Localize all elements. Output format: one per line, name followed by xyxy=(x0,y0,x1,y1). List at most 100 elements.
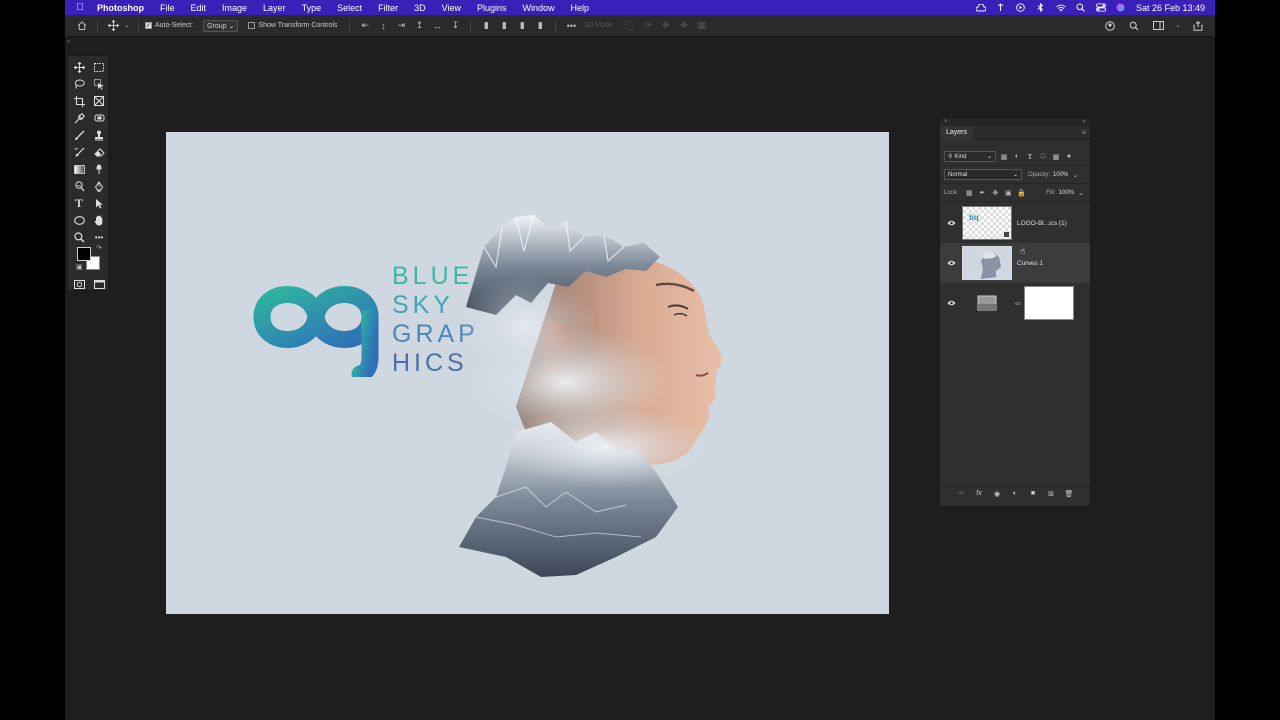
foreground-color-swatch[interactable] xyxy=(77,247,91,261)
move-tool-icon[interactable] xyxy=(72,60,86,74)
menu-image[interactable]: Image xyxy=(214,3,255,13)
more-options-icon[interactable]: ••• xyxy=(564,19,578,33)
zoom-tool-icon[interactable] xyxy=(72,230,86,244)
lock-position-icon[interactable]: ✥ xyxy=(990,188,1000,198)
brush-tool-icon[interactable] xyxy=(72,128,86,142)
fx-icon[interactable]: fx xyxy=(974,489,984,499)
eye-icon[interactable] xyxy=(946,300,956,306)
crop-tool-icon[interactable] xyxy=(72,94,86,108)
menu-plugins[interactable]: Plugins xyxy=(469,3,515,13)
pen-tool-icon[interactable] xyxy=(92,179,106,193)
menu-3d[interactable]: 3D xyxy=(406,3,434,13)
layer-row[interactable]: Curves 1 xyxy=(940,243,1090,283)
apple-icon[interactable]:  xyxy=(65,2,95,13)
menu-filter[interactable]: Filter xyxy=(370,3,406,13)
auto-select-checkbox[interactable]: ✓ xyxy=(145,22,152,29)
play-icon[interactable] xyxy=(1016,3,1026,12)
show-transform-checkbox[interactable] xyxy=(248,22,256,29)
link-layers-icon[interactable]: ∞ xyxy=(956,489,966,499)
siri-icon[interactable] xyxy=(1116,3,1126,12)
lock-pixels-icon[interactable]: ✒ xyxy=(977,188,987,198)
menu-view[interactable]: View xyxy=(434,3,469,13)
new-adjustment-icon[interactable]: ◐ xyxy=(1010,489,1020,499)
lock-artboard-icon[interactable]: ▣ xyxy=(1003,188,1013,198)
menubar-clock[interactable]: Sat 26 Feb 13:49 xyxy=(1136,3,1205,13)
eraser-tool-icon[interactable] xyxy=(92,145,106,159)
history-brush-tool-icon[interactable] xyxy=(72,145,86,159)
menu-file[interactable]: File xyxy=(152,3,183,13)
gradient-tool-icon[interactable] xyxy=(72,162,86,176)
align-top-icon[interactable]: ↥ xyxy=(412,19,426,33)
lock-all-icon[interactable]: 🔒 xyxy=(1016,188,1026,198)
stamp-tool-icon[interactable] xyxy=(92,128,106,142)
share-icon[interactable] xyxy=(1191,19,1205,33)
new-layer-icon[interactable]: ⊞ xyxy=(1046,489,1056,499)
search-icon[interactable] xyxy=(1076,3,1086,12)
lasso-tool-icon[interactable] xyxy=(72,77,86,91)
auto-select-mode-dropdown[interactable]: Group ⌄ xyxy=(203,19,239,32)
align-bottom-icon[interactable]: ↧ xyxy=(448,19,462,33)
control-center-icon[interactable] xyxy=(1095,3,1106,12)
filter-adjustment-icon[interactable]: ◐ xyxy=(1012,152,1022,162)
blend-mode-dropdown[interactable]: Normal ⌄ xyxy=(944,169,1022,180)
filter-smart-object-icon[interactable]: ▩ xyxy=(1051,152,1061,162)
close-icon[interactable]: × xyxy=(944,119,948,125)
layer-row[interactable]: bq LOGO-Bl...ics (1) xyxy=(940,203,1090,243)
dodge-tool-icon[interactable] xyxy=(72,179,86,193)
align-middle-vertical-icon[interactable]: ↔ xyxy=(430,19,444,33)
move-tool-icon[interactable] xyxy=(106,19,120,33)
object-select-tool-icon[interactable] xyxy=(92,77,106,91)
filter-shape-icon[interactable]: □ xyxy=(1038,152,1048,162)
hand-tool-icon[interactable] xyxy=(92,213,106,227)
align-right-icon[interactable]: ⇥ xyxy=(394,19,408,33)
share-people-icon[interactable] xyxy=(1103,19,1117,33)
search-icon[interactable] xyxy=(1127,19,1141,33)
distribute-spacing-icon[interactable]: ▮ xyxy=(533,19,547,33)
new-group-icon[interactable]: ■ xyxy=(1028,489,1038,499)
tab-layers[interactable]: Layers xyxy=(940,125,974,140)
align-left-icon[interactable]: ⇤ xyxy=(358,19,372,33)
opacity-value[interactable]: 100% xyxy=(1053,172,1068,178)
chevron-down-icon[interactable]: ⌄ xyxy=(1175,19,1181,33)
airdrop-icon[interactable] xyxy=(996,3,1006,12)
bluetooth-icon[interactable] xyxy=(1036,3,1046,12)
lock-transparency-icon[interactable]: ▦ xyxy=(964,188,974,198)
menu-select[interactable]: Select xyxy=(329,3,370,13)
menu-help[interactable]: Help xyxy=(563,3,598,13)
filter-toggle-icon[interactable]: ● xyxy=(1064,152,1074,162)
trash-icon[interactable]: 🗑 xyxy=(1064,489,1074,499)
filter-type-icon[interactable]: T xyxy=(1025,152,1035,162)
wifi-icon[interactable] xyxy=(1056,3,1066,12)
layer-row[interactable]: ∞ xyxy=(940,283,1090,323)
eye-icon[interactable] xyxy=(946,260,956,266)
spot-healing-tool-icon[interactable] xyxy=(92,111,106,125)
align-center-horizontal-icon[interactable]: ↕ xyxy=(376,19,390,33)
filter-kind-dropdown[interactable]: ⚲ Kind ⌄ xyxy=(944,151,996,162)
smudge-tool-icon[interactable] xyxy=(92,162,106,176)
filter-pixel-icon[interactable]: ▦ xyxy=(999,152,1009,162)
document-canvas[interactable]: BLUE SKY GRAP HICS xyxy=(166,132,889,614)
add-mask-icon[interactable]: ◉ xyxy=(992,489,1002,499)
frame-tool-icon[interactable] xyxy=(92,94,106,108)
distribute-bottom-icon[interactable]: ▮ xyxy=(515,19,529,33)
quick-mask-icon[interactable] xyxy=(72,277,86,291)
swap-colors-icon[interactable]: ↷ xyxy=(96,244,102,252)
default-colors-icon[interactable]: ▣ xyxy=(76,263,83,271)
collapse-arrows-icon[interactable]: « xyxy=(67,39,70,45)
menu-app-name[interactable]: Photoshop xyxy=(95,3,152,13)
menu-window[interactable]: Window xyxy=(515,3,563,13)
workspace-icon[interactable] xyxy=(1151,19,1165,33)
screen-mode-icon[interactable] xyxy=(92,277,106,291)
collapse-arrows-icon[interactable]: » xyxy=(1083,119,1086,125)
type-tool-icon[interactable]: T xyxy=(72,196,86,210)
creative-cloud-icon[interactable] xyxy=(975,3,986,12)
distribute-top-icon[interactable]: ▮ xyxy=(479,19,493,33)
menu-type[interactable]: Type xyxy=(294,3,330,13)
link-icon[interactable]: ∞ xyxy=(1015,299,1021,308)
marquee-tool-icon[interactable] xyxy=(92,60,106,74)
menu-layer[interactable]: Layer xyxy=(255,3,294,13)
ellipse-tool-icon[interactable] xyxy=(72,213,86,227)
panel-menu-icon[interactable]: ≡ xyxy=(1081,128,1086,137)
path-select-tool-icon[interactable] xyxy=(92,196,106,210)
eye-icon[interactable] xyxy=(946,220,956,226)
